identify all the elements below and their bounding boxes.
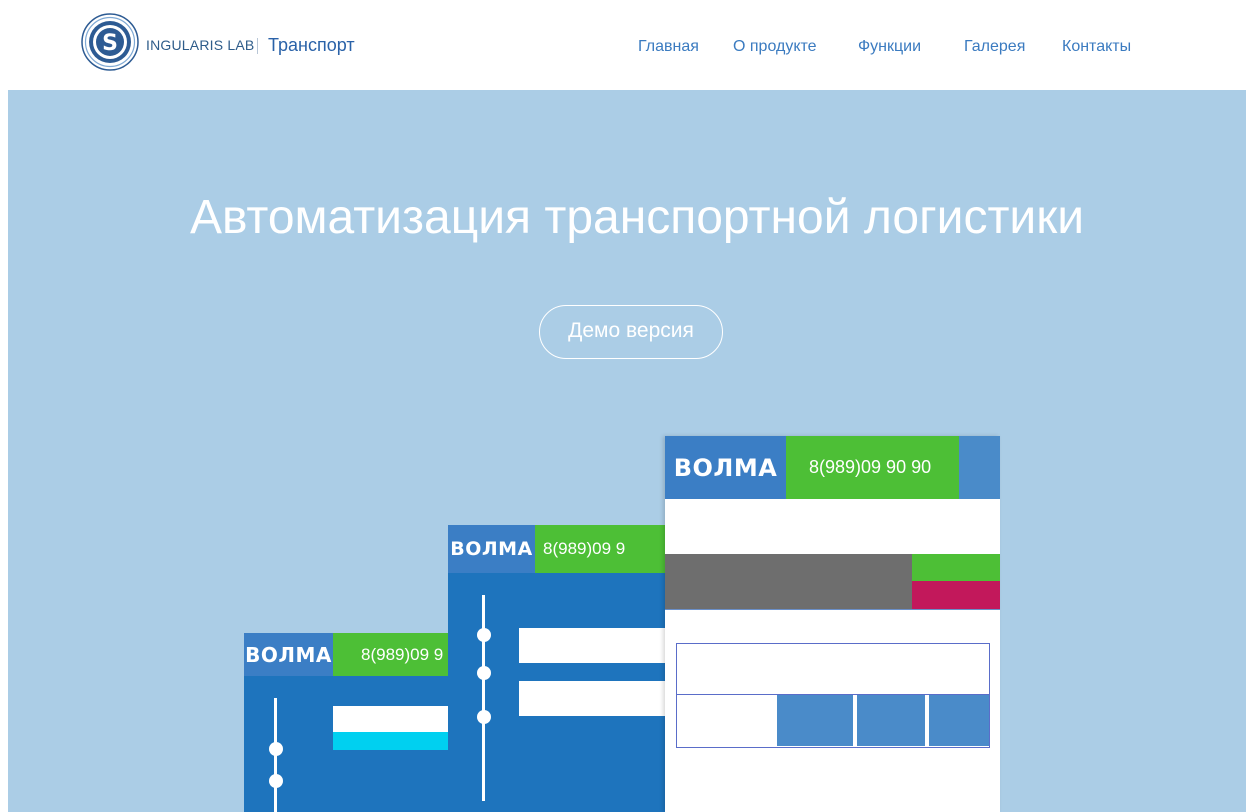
timeline-line: [482, 595, 485, 801]
magenta-indicator: [912, 581, 1000, 609]
input-box: [676, 643, 990, 695]
nav-home[interactable]: Главная: [638, 38, 699, 56]
mockup-large-brand-logo: ВОЛМА: [665, 436, 786, 499]
grey-panel: [665, 554, 912, 609]
logo-divider: [257, 38, 258, 54]
mockup-medium-body: [448, 573, 666, 812]
button-row: [676, 695, 990, 748]
timeline-dot: [477, 666, 491, 680]
green-indicator: [912, 554, 1000, 581]
field-bar: [519, 628, 666, 663]
mockup-medium-phone: 8(989)09 9: [535, 525, 666, 573]
mockup-large-header-end: [959, 436, 1000, 499]
hero-section: Автоматизация транспортной логистики Дем…: [8, 90, 1246, 812]
timeline-dot: [477, 710, 491, 724]
mockup-large: ВОЛМА 8(989)09 90 90: [665, 436, 1000, 812]
divider-line: [665, 609, 1000, 610]
mockup-large-phone: 8(989)09 90 90: [786, 436, 959, 499]
product-name[interactable]: Транспорт: [268, 35, 355, 56]
hero-title: Автоматизация транспортной логистики: [189, 191, 1085, 244]
timeline-dot: [477, 628, 491, 642]
nav-gallery[interactable]: Галерея: [964, 38, 1025, 56]
button-row-separator: [853, 695, 857, 746]
nav-contacts[interactable]: Контакты: [1062, 38, 1131, 56]
mockup-small-body: [244, 676, 474, 812]
mockup-medium: ВОЛМА 8(989)09 9: [448, 525, 666, 812]
mockup-small: ВОЛМА 8(989)09 9: [244, 633, 474, 812]
logo-text[interactable]: INGULARIS LAB: [146, 37, 254, 53]
button-row-blue: [777, 695, 989, 746]
demo-button[interactable]: Демо версия: [539, 305, 723, 359]
singularis-logo-icon[interactable]: S: [80, 12, 140, 72]
nav-features[interactable]: Функции: [858, 38, 921, 56]
mockup-small-brand-logo: ВОЛМА: [244, 633, 333, 676]
timeline-dot: [269, 774, 283, 788]
site-header: S INGULARIS LAB Транспорт Главная О прод…: [0, 0, 1246, 90]
mockup-medium-brand-logo: ВОЛМА: [448, 525, 535, 573]
button-row-separator: [925, 695, 929, 746]
nav-about[interactable]: О продукте: [733, 38, 817, 56]
timeline-dot: [269, 742, 283, 756]
field-bar: [519, 681, 666, 716]
svg-text:S: S: [102, 31, 118, 56]
